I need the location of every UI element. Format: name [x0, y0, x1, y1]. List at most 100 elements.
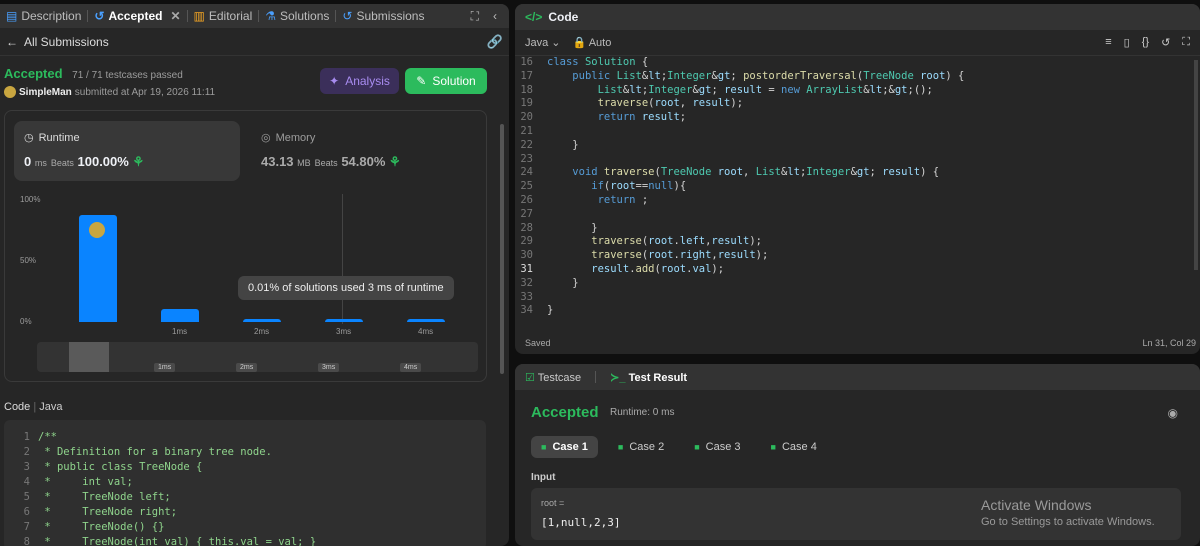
status-accepted: Accepted [4, 66, 63, 81]
case-tab[interactable]: ■ Case 4 [761, 436, 827, 458]
x-tick-label: 1ms [172, 327, 188, 336]
checkbox-icon: ☑ [525, 371, 535, 384]
code-text: * Definition for a binary tree node. [38, 446, 272, 458]
chart-range-slider[interactable]: 1ms 2ms 3ms 4ms [37, 342, 478, 372]
avatar[interactable] [4, 86, 16, 98]
tab-solutions[interactable]: ⚗ Solutions [259, 4, 335, 28]
code-text: result.add(root.val); [591, 262, 725, 275]
editor-line[interactable]: 16 class Solution { [515, 56, 1200, 70]
editor-line[interactable]: 34} [515, 304, 1200, 318]
beats-icon: ⚘ [132, 154, 145, 169]
tab-testcase[interactable]: ☑ Testcase [525, 371, 581, 384]
line-number: 31 [520, 262, 533, 275]
tab-test-result[interactable]: ≻_ Test Result [610, 371, 687, 384]
history-icon: ↺ [94, 9, 105, 23]
result-summary: Accepted 71 / 71 testcases passed [4, 66, 183, 81]
code-line: 1 /** [4, 430, 486, 445]
x-tick-label: 2ms [254, 327, 270, 336]
editor-line[interactable]: 33 [515, 291, 1200, 305]
code-text: traverse(root.left,result); [591, 235, 763, 248]
code-editor-panel: </> Code Java ⌄ 🔒 Auto ≡ ▯ {} ↺ ⛶ 16 clas… [515, 4, 1200, 354]
code-line: 3 * public class TreeNode { [4, 460, 486, 475]
runtime-card[interactable]: ◷ Runtime 0 ms Beats 100.00% ⚘ [14, 121, 240, 181]
code-text: } [547, 138, 579, 151]
editor-line[interactable]: 28 } [515, 222, 1200, 236]
format-icon[interactable]: ≡ [1105, 36, 1111, 49]
editor-line[interactable]: 32 } [515, 277, 1200, 291]
code-text: * TreeNode left; [38, 491, 171, 503]
left-scrollbar[interactable] [500, 124, 504, 374]
solution-button[interactable]: ✎ Solution [405, 68, 487, 94]
case-tab[interactable]: ■ Case 2 [608, 436, 674, 458]
beats-icon: ⚘ [389, 154, 401, 169]
tab-accepted[interactable]: ↺ Accepted ✕ [88, 4, 186, 28]
hover-line [342, 194, 343, 324]
all-submissions-link[interactable]: ← All Submissions 🔗 [0, 28, 509, 56]
analysis-button[interactable]: ✦ Analysis [320, 68, 399, 94]
editor-line[interactable]: 18 List&lt;Integer&gt; result = new Arra… [515, 84, 1200, 98]
editor-line[interactable]: 31 result.add(root.val); [515, 263, 1200, 277]
tab-submissions[interactable]: ↺ Submissions [336, 4, 430, 28]
mini-tick-label: 2ms [236, 363, 258, 372]
y-tick-label: 50% [20, 256, 37, 265]
editor-line[interactable]: 30 traverse(root.right,result); [515, 249, 1200, 263]
bookmark-icon[interactable]: ▯ [1124, 36, 1130, 49]
code-text: * TreeNode right; [38, 506, 178, 518]
case-tab[interactable]: ■ Case 1 [531, 436, 598, 458]
line-number: 3 [23, 461, 30, 473]
tab-description[interactable]: ▤ Description [0, 4, 87, 28]
chevron-left-icon[interactable]: ‹ [493, 9, 497, 24]
arrow-left-icon: ← [6, 34, 18, 49]
range-handle[interactable] [69, 342, 109, 372]
line-number: 8 [23, 536, 30, 546]
language-select[interactable]: Java ⌄ [525, 36, 561, 49]
close-icon[interactable]: ✕ [170, 9, 180, 23]
edit-icon: ✎ [416, 74, 427, 88]
case-tab[interactable]: ■ Case 3 [684, 436, 750, 458]
chart-bar[interactable] [325, 319, 363, 322]
mini-tick-label: 4ms [400, 363, 422, 372]
chart-bar[interactable] [161, 308, 199, 322]
submitted-code-block[interactable]: 1 /** 2 * Definition for a binary tree nod… [4, 420, 486, 546]
y-tick-label: 0% [20, 317, 32, 326]
chart-bar[interactable] [407, 319, 445, 322]
code-text: List&lt;Integer&gt; result = new ArrayLi… [597, 83, 933, 96]
code-text: * TreeNode(int val) { this.val = val; } [38, 536, 317, 546]
code-text: if(root==null){ [591, 180, 687, 193]
editor-line[interactable]: 24 void traverse(TreeNode root, List&lt;… [515, 166, 1200, 180]
eye-icon[interactable]: ◉ [1168, 406, 1178, 420]
line-number: 16 [520, 56, 533, 68]
code-text: void traverse(TreeNode root, List&lt;Int… [572, 166, 940, 179]
code-editor[interactable]: 16 class Solution {17 public List&lt;Inte… [515, 56, 1200, 331]
editor-line[interactable]: 23 [515, 153, 1200, 167]
save-status: Saved [525, 338, 551, 348]
check-icon: ■ [694, 442, 700, 452]
editor-line[interactable]: 21 [515, 125, 1200, 139]
editor-scrollbar[interactable] [1194, 60, 1198, 270]
editor-line[interactable]: 22 } [515, 139, 1200, 153]
book-icon: ▥ [193, 9, 205, 23]
editor-line[interactable]: 25 if(root==null){ [515, 180, 1200, 194]
code-text: * int val; [38, 476, 133, 488]
maximize-icon[interactable]: ⛶ [471, 9, 479, 24]
link-icon[interactable]: 🔗 [487, 34, 503, 50]
line-number: 28 [520, 221, 533, 234]
username[interactable]: SimpleMan [19, 87, 72, 98]
braces-icon[interactable]: {} [1142, 36, 1149, 49]
auto-mode[interactable]: 🔒 Auto [573, 36, 612, 49]
editor-line[interactable]: 20 return result; [515, 111, 1200, 125]
x-tick-label: 4ms [418, 327, 434, 336]
line-number: 18 [520, 83, 533, 96]
memory-card[interactable]: ◎ Memory 43.13 MB Beats 54.80% ⚘ [261, 131, 401, 170]
tab-editorial[interactable]: ▥ Editorial [188, 4, 259, 28]
chip-icon: ◎ [261, 132, 271, 144]
chart-bar[interactable] [243, 319, 281, 322]
code-text: * TreeNode() {} [38, 521, 165, 533]
editor-line[interactable]: 17 public List&lt;Integer&gt; postorderT… [515, 70, 1200, 84]
editor-line[interactable]: 27 [515, 208, 1200, 222]
editor-line[interactable]: 19 traverse(root, result); [515, 97, 1200, 111]
editor-line[interactable]: 29 traverse(root.left,result); [515, 235, 1200, 249]
editor-line[interactable]: 26 return ; [515, 194, 1200, 208]
expand-icon[interactable]: ⛶ [1182, 36, 1190, 49]
reset-icon[interactable]: ↺ [1161, 36, 1170, 49]
